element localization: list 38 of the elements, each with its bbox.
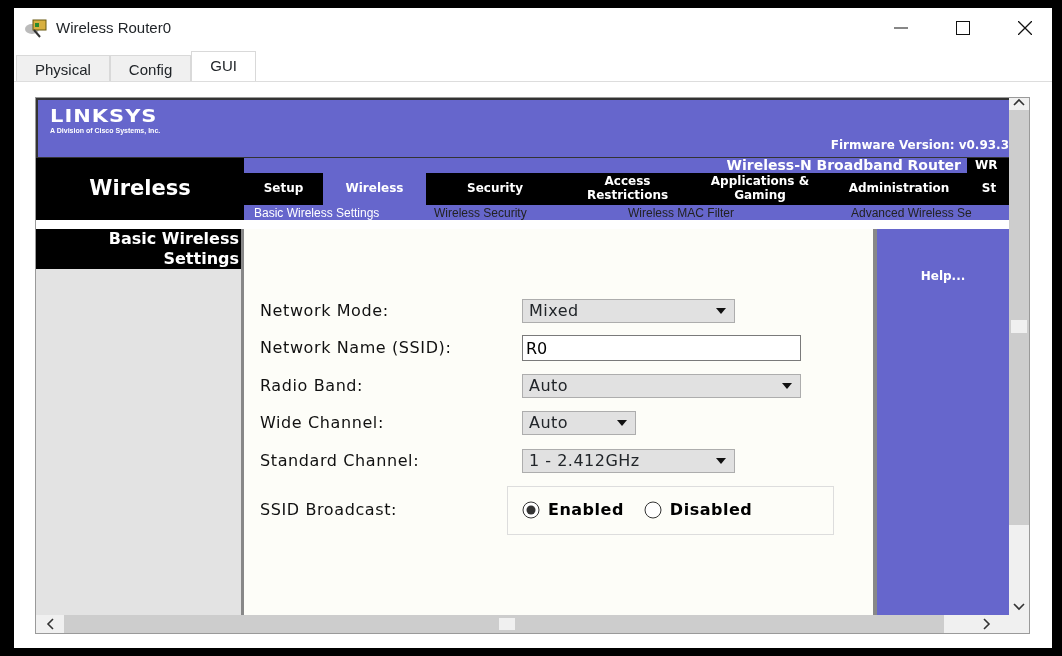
- radio-option[interactable]: Disabled: [643, 498, 753, 522]
- scroll-thumb[interactable]: [1011, 320, 1027, 333]
- dropdown[interactable]: Mixed: [522, 298, 735, 323]
- maximize-icon: [956, 21, 970, 35]
- firmware-version: Firmware Version: v0.93.3: [830, 137, 1009, 154]
- vertical-scrollbar[interactable]: [1009, 98, 1029, 615]
- tab[interactable]: Physical: [16, 55, 110, 81]
- tab[interactable]: Config: [109, 55, 192, 81]
- close-icon: [1018, 21, 1032, 35]
- model-name: WR: [967, 158, 1009, 173]
- dropdown[interactable]: 1 - 2.412GHz: [522, 448, 735, 473]
- router-icon: [24, 18, 48, 38]
- brand-logo: LINKSYS: [50, 108, 159, 125]
- field-label: Standard Channel:: [260, 449, 421, 472]
- field-label: Network Mode:: [260, 299, 390, 322]
- window-title: Wireless Router0: [56, 17, 172, 38]
- nav-tab[interactable]: Wireless: [323, 173, 426, 205]
- caret-icon: [716, 307, 726, 314]
- text-field[interactable]: R0: [522, 335, 801, 362]
- section-title: Wireless: [36, 158, 244, 220]
- minimize-icon: [894, 27, 908, 29]
- field-label: Wide Channel:: [260, 412, 385, 435]
- dropdown[interactable]: Auto: [522, 411, 636, 436]
- field-label: Radio Band:: [260, 374, 365, 397]
- page-title: Basic Wireless Settings: [36, 229, 241, 269]
- field-label: Network Name (SSID):: [260, 337, 453, 360]
- tab[interactable]: GUI: [191, 51, 256, 81]
- radio-option[interactable]: Enabled: [522, 498, 624, 522]
- caret-icon: [716, 457, 726, 464]
- caret-icon: [782, 382, 792, 389]
- product-name: Wireless-N Broadband Router: [726, 158, 962, 173]
- dropdown[interactable]: Auto: [522, 373, 801, 398]
- caret-icon: [617, 420, 627, 427]
- horizontal-scrollbar[interactable]: [36, 615, 1029, 633]
- field-label: SSID Broadcast:: [260, 499, 398, 521]
- help-text: Help...: [920, 268, 966, 283]
- subnav-link[interactable]: Basic Wireless Settings: [254, 206, 380, 220]
- scroll-thumb[interactable]: [499, 618, 515, 630]
